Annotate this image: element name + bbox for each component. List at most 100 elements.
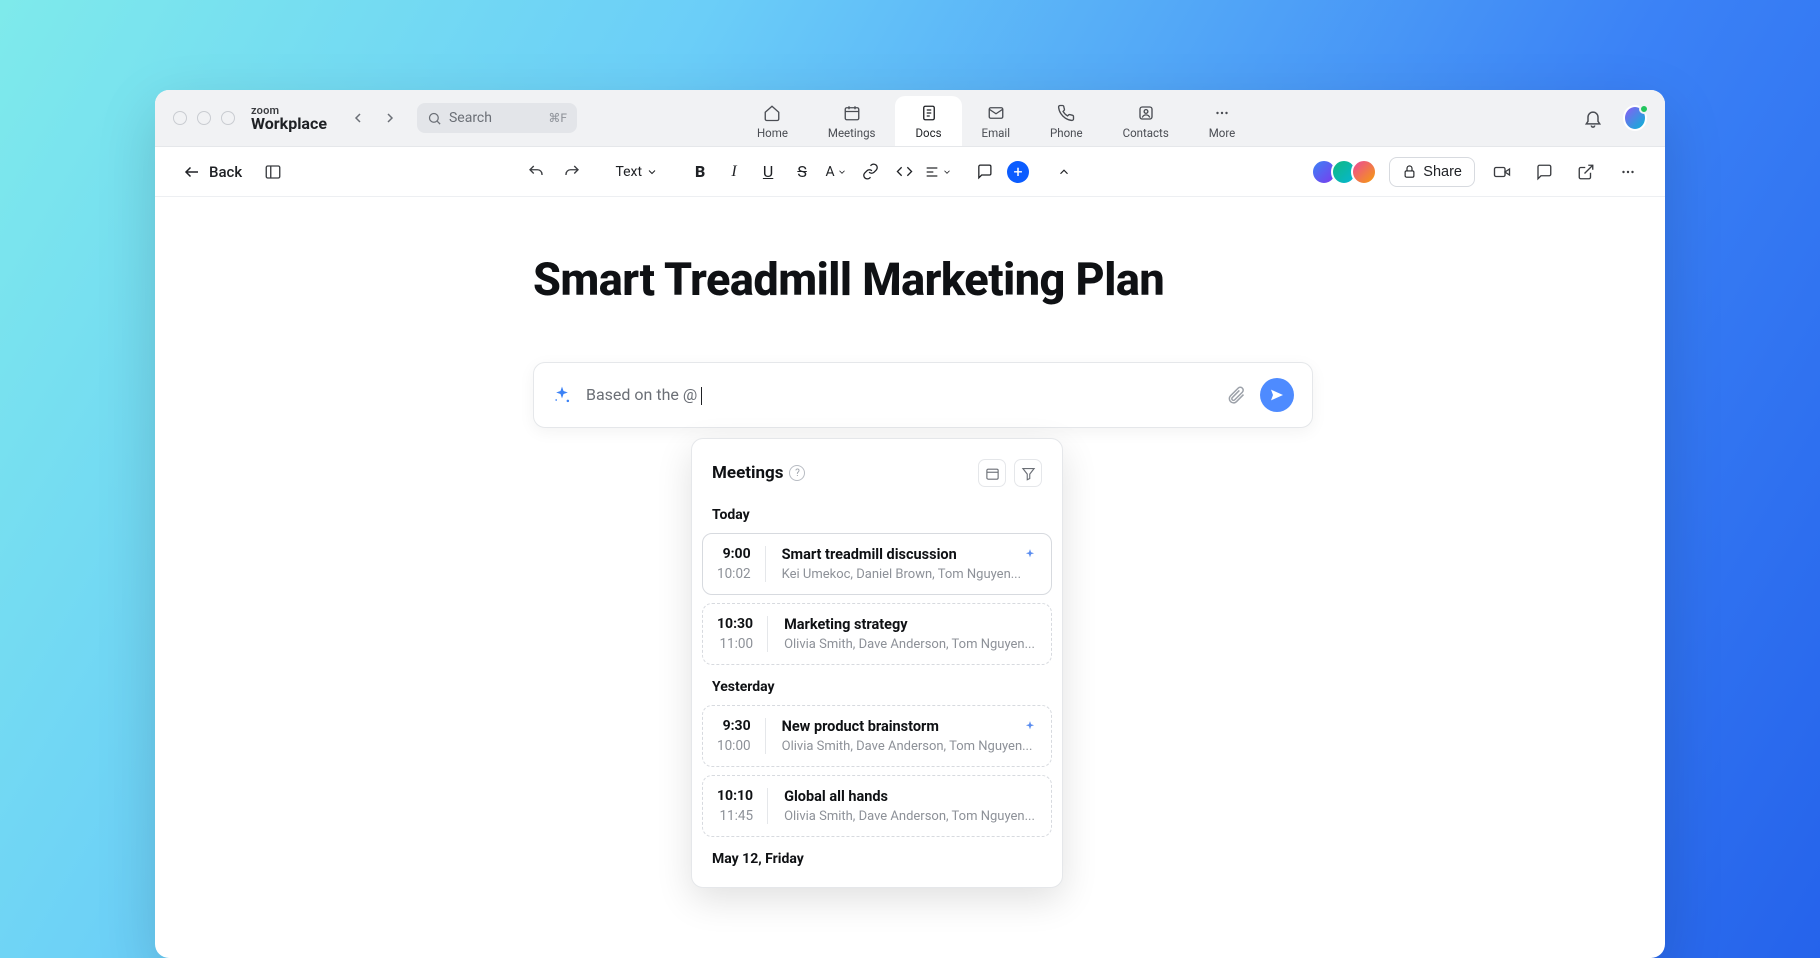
attachment-button[interactable] xyxy=(1226,385,1246,405)
code-button[interactable] xyxy=(890,158,918,186)
meeting-start: 10:10 xyxy=(717,788,753,804)
notifications-button[interactable] xyxy=(1581,106,1605,130)
nav-docs[interactable]: Docs xyxy=(895,96,961,146)
sidebar-toggle[interactable] xyxy=(258,157,288,187)
meeting-item[interactable]: 9:30 10:00 New product brainstorm Olivia… xyxy=(702,705,1052,767)
external-icon xyxy=(1577,163,1595,181)
nav-email[interactable]: Email xyxy=(962,96,1030,146)
nav-home-label: Home xyxy=(757,126,788,140)
format-toolbar: Text B I U S A + xyxy=(521,157,1078,187)
meeting-body: New product brainstorm Olivia Smith, Dav… xyxy=(782,718,1037,754)
meeting-start: 9:30 xyxy=(723,718,751,734)
traffic-light-minimize[interactable] xyxy=(197,111,211,125)
more-options-button[interactable] xyxy=(1613,157,1643,187)
share-label: Share xyxy=(1423,164,1462,180)
calendar-filter-button[interactable] xyxy=(978,459,1006,487)
presence-dot xyxy=(1639,104,1649,114)
top-nav: Home Meetings Docs Email Phone Contacts xyxy=(737,90,1255,146)
bold-button[interactable]: B xyxy=(686,158,714,186)
ai-prompt-text: Based on the @ xyxy=(586,385,1212,405)
nav-more[interactable]: More xyxy=(1189,96,1256,146)
nav-email-label: Email xyxy=(982,126,1010,140)
window-controls[interactable] xyxy=(173,111,235,125)
traffic-light-close[interactable] xyxy=(173,111,187,125)
nav-phone[interactable]: Phone xyxy=(1030,96,1103,146)
meeting-attendees: Olivia Smith, Dave Anderson, Tom Nguyen.… xyxy=(784,809,1037,824)
phone-icon xyxy=(1057,104,1075,122)
ai-compose-input[interactable]: Based on the @ xyxy=(533,362,1313,428)
meeting-name: Global all hands xyxy=(784,788,888,805)
meeting-end: 11:00 xyxy=(719,636,753,652)
document-title[interactable]: Smart Treadmill Marketing Plan xyxy=(533,253,1665,306)
meeting-item[interactable]: 10:30 11:00 Marketing strategy Olivia Sm… xyxy=(702,603,1052,665)
back-arrow[interactable] xyxy=(345,105,371,131)
video-button[interactable] xyxy=(1487,157,1517,187)
link-button[interactable] xyxy=(856,158,884,186)
calendar-icon xyxy=(843,104,861,122)
meeting-attendees: Olivia Smith, Dave Anderson, Tom Nguyen.… xyxy=(784,637,1037,652)
back-button[interactable]: Back xyxy=(177,159,248,185)
align-icon xyxy=(924,164,940,180)
bell-icon xyxy=(1583,108,1603,128)
collapse-toolbar[interactable] xyxy=(1050,158,1078,186)
underline-button[interactable]: U xyxy=(754,158,782,186)
meetings-section-label: Yesterday xyxy=(692,673,1062,705)
filter-icon xyxy=(1021,466,1036,481)
strikethrough-button[interactable]: S xyxy=(788,158,816,186)
docs-icon xyxy=(920,104,938,122)
chevron-down-icon xyxy=(837,167,847,177)
meeting-end: 10:00 xyxy=(717,738,751,754)
collaborators[interactable] xyxy=(1311,159,1377,185)
italic-button[interactable]: I xyxy=(720,158,748,186)
video-icon xyxy=(1493,163,1511,181)
comment-button[interactable] xyxy=(970,158,998,186)
email-icon xyxy=(987,104,1005,122)
panel-icon xyxy=(264,163,282,181)
nav-home[interactable]: Home xyxy=(737,96,808,146)
meetings-section-label: May 12, Friday xyxy=(692,845,1062,877)
meeting-end: 10:02 xyxy=(717,566,751,582)
meeting-body: Global all hands Olivia Smith, Dave Ande… xyxy=(784,788,1037,824)
text-color-button[interactable]: A xyxy=(822,158,850,186)
forward-arrow[interactable] xyxy=(377,105,403,131)
chevron-down-icon xyxy=(942,167,952,177)
traffic-light-zoom[interactable] xyxy=(221,111,235,125)
more-horizontal-icon xyxy=(1619,163,1637,181)
meeting-attendees: Kei Umekoc, Daniel Brown, Tom Nguyen... xyxy=(782,567,1037,582)
nav-more-label: More xyxy=(1209,126,1236,140)
popup-title: Meetings xyxy=(712,463,783,483)
text-dd-label: Text xyxy=(615,164,642,180)
meetings-section-label: Today xyxy=(692,501,1062,533)
text-style-dropdown[interactable]: Text xyxy=(609,160,664,184)
open-external-button[interactable] xyxy=(1571,157,1601,187)
nav-contacts[interactable]: Contacts xyxy=(1103,96,1189,146)
home-icon xyxy=(763,104,781,122)
plus-icon: + xyxy=(1007,161,1029,183)
sparkle-icon xyxy=(1023,720,1037,734)
brand-logo: zoom Workplace xyxy=(251,105,327,132)
undo-button[interactable] xyxy=(521,157,551,187)
search-shortcut: ⌘F xyxy=(548,111,567,125)
meeting-times: 10:30 11:00 xyxy=(717,616,768,652)
profile-avatar[interactable] xyxy=(1623,106,1647,130)
chat-button[interactable] xyxy=(1529,157,1559,187)
search-input[interactable]: Search ⌘F xyxy=(417,103,577,133)
meeting-item[interactable]: 10:10 11:45 Global all hands Olivia Smit… xyxy=(702,775,1052,837)
meeting-item[interactable]: 9:00 10:02 Smart treadmill discussion Ke… xyxy=(702,533,1052,595)
redo-button[interactable] xyxy=(557,157,587,187)
filter-button[interactable] xyxy=(1014,459,1042,487)
lock-icon xyxy=(1402,164,1417,179)
insert-button[interactable]: + xyxy=(1004,158,1032,186)
share-button[interactable]: Share xyxy=(1389,157,1475,187)
meeting-times: 9:00 10:02 xyxy=(717,546,766,582)
toolbar-right: Share xyxy=(1311,157,1643,187)
nav-meetings[interactable]: Meetings xyxy=(808,96,896,146)
help-icon[interactable]: ? xyxy=(789,465,805,481)
nav-meetings-label: Meetings xyxy=(828,126,876,140)
link-icon xyxy=(862,163,879,180)
document-body: Smart Treadmill Marketing Plan Based on … xyxy=(155,197,1665,428)
meeting-name: Smart treadmill discussion xyxy=(782,546,957,563)
align-button[interactable] xyxy=(924,158,952,186)
meeting-start: 10:30 xyxy=(717,616,753,632)
send-button[interactable] xyxy=(1260,378,1294,412)
